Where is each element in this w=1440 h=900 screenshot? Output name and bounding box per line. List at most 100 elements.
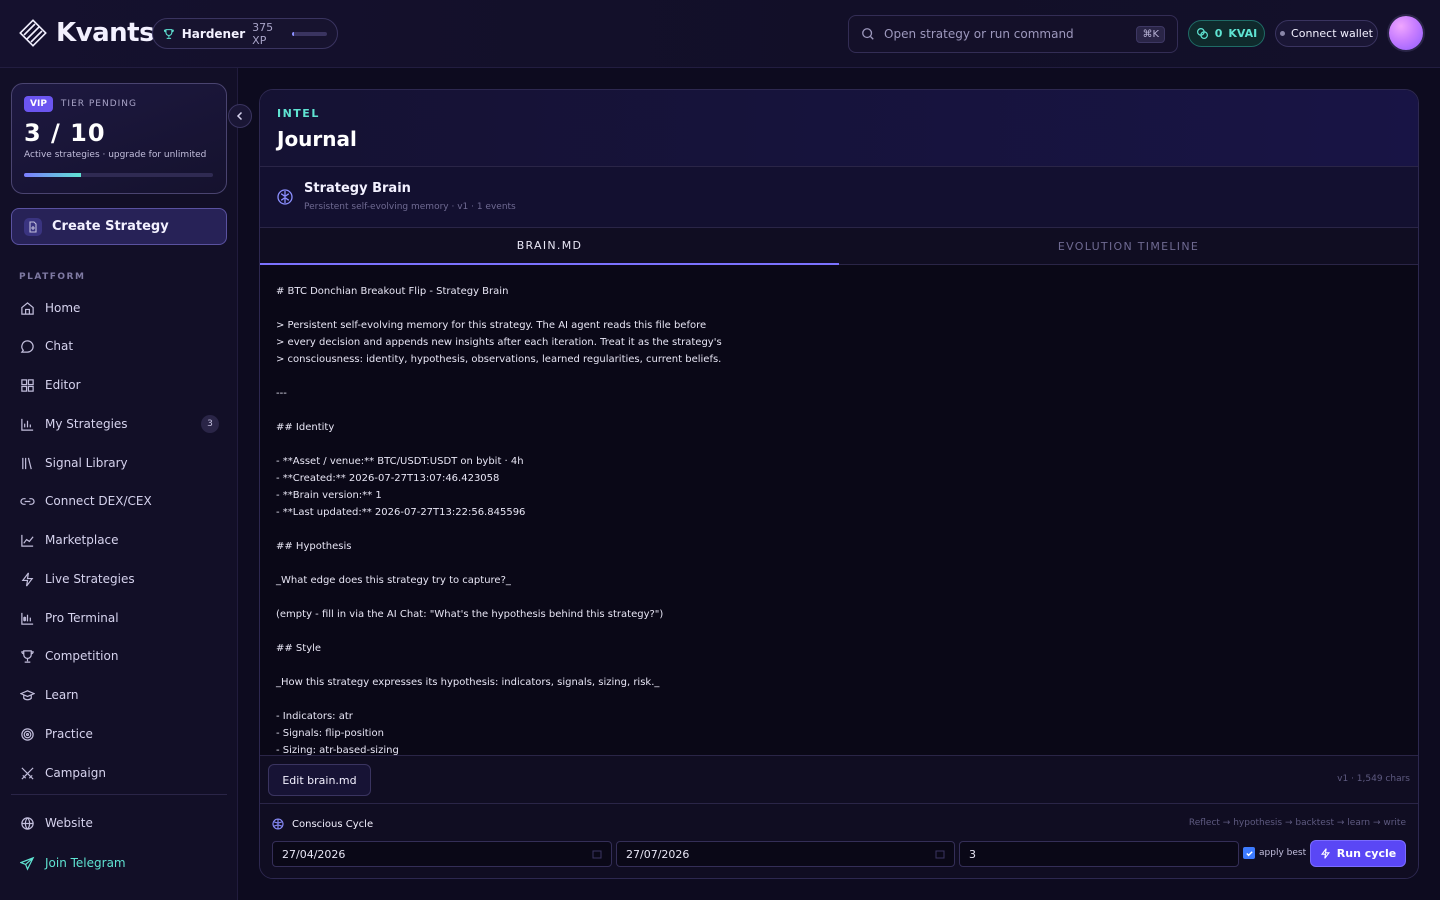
strategy-brain-header: Strategy Brain Persistent self-evolving … bbox=[260, 167, 1418, 228]
end-date-input[interactable]: 27/07/2026 bbox=[616, 841, 955, 867]
bar-chart-icon bbox=[19, 416, 35, 432]
sidebar-item-pro-terminal[interactable]: Pro Terminal bbox=[19, 606, 219, 630]
sidebar-item-label: Home bbox=[45, 301, 81, 315]
home-icon bbox=[19, 300, 35, 316]
sidebar-item-competition[interactable]: Competition bbox=[19, 644, 219, 668]
sidebar-item-practice[interactable]: Practice bbox=[19, 722, 219, 746]
brain-md-line: ## Hypothesis bbox=[276, 541, 352, 552]
sidebar-item-label: Campaign bbox=[45, 766, 106, 780]
sidebar-item-home[interactable]: Home bbox=[19, 296, 219, 320]
sidebar-item-label: Website bbox=[45, 816, 93, 830]
strategy-count: 3 / 10 bbox=[24, 119, 106, 147]
target-icon bbox=[19, 726, 35, 742]
sidebar-item-live-strategies[interactable]: Live Strategies bbox=[19, 567, 219, 591]
cycle-steps-hint: Reflect → hypothesis → backtest → learn … bbox=[1188, 818, 1406, 828]
sidebar-item-label: Learn bbox=[45, 688, 79, 702]
vip-tier-card[interactable]: VIP TIER PENDING 3 / 10 Active strategie… bbox=[11, 83, 227, 194]
brain-md-line bbox=[276, 402, 1402, 419]
brain-tabs: BRAIN.MD EVOLUTION TIMELINE bbox=[260, 228, 1418, 265]
sidebar-item-label: Practice bbox=[45, 727, 93, 741]
run-cycle-button[interactable]: Run cycle bbox=[1310, 840, 1406, 867]
sidebar-item-label: Connect DEX/CEX bbox=[45, 494, 152, 508]
sidebar-item-label: Editor bbox=[45, 378, 81, 392]
brain-md-line bbox=[276, 521, 1402, 538]
brain-md-line bbox=[276, 368, 1402, 385]
sidebar-item-signal-library[interactable]: Signal Library bbox=[19, 451, 219, 475]
sidebar-item-my-strategies[interactable]: My Strategies 3 bbox=[19, 412, 219, 436]
sidebar-item-marketplace[interactable]: Marketplace bbox=[19, 528, 219, 552]
brain-md-line: - **Created:** 2026-07-27T13:07:46.42305… bbox=[276, 473, 500, 484]
sidebar-item-chat[interactable]: Chat bbox=[19, 334, 219, 358]
create-strategy-label: Create Strategy bbox=[52, 219, 169, 234]
graduation-icon bbox=[19, 687, 35, 703]
strategies-count-badge: 3 bbox=[201, 415, 219, 433]
brain-md-line bbox=[276, 623, 1402, 640]
trophy-icon bbox=[19, 648, 35, 664]
brain-md-line: > consciousness: identity, hypothesis, o… bbox=[276, 354, 722, 365]
sidebar-item-label: Competition bbox=[45, 649, 119, 663]
sidebar-item-website[interactable]: Website bbox=[19, 811, 219, 835]
sidebar-item-learn[interactable]: Learn bbox=[19, 683, 219, 707]
edit-brain-button[interactable]: Edit brain.md bbox=[268, 764, 371, 796]
tab-evolution-timeline[interactable]: EVOLUTION TIMELINE bbox=[839, 228, 1418, 265]
coins-icon bbox=[1196, 28, 1208, 39]
brain-md-line: _How this strategy expresses its hypothe… bbox=[276, 677, 660, 688]
link-icon bbox=[19, 493, 35, 509]
start-date-input[interactable]: 27/04/2026 bbox=[272, 841, 612, 867]
sidebar-item-campaign[interactable]: Campaign bbox=[19, 761, 219, 785]
sidebar-item-label: Live Strategies bbox=[45, 572, 135, 586]
search-input[interactable]: Open strategy or run command bbox=[884, 27, 1127, 41]
kvants-logo-icon bbox=[19, 19, 47, 47]
command-search[interactable]: Open strategy or run command ⌘K bbox=[848, 15, 1178, 53]
brain-subtitle: Persistent self-evolving memory · v1 · 1… bbox=[304, 202, 516, 212]
strategy-progress-bar bbox=[24, 173, 213, 177]
brain-md-line: > every decision and appends new insight… bbox=[276, 337, 722, 348]
brain-md-line: - Sizing: atr-based-sizing bbox=[276, 745, 399, 755]
search-icon bbox=[862, 28, 874, 40]
trend-icon bbox=[19, 532, 35, 548]
sidebar-item-label: My Strategies bbox=[45, 417, 128, 431]
sidebar-item-join-telegram[interactable]: Join Telegram bbox=[19, 851, 219, 875]
brain-md-line: ## Style bbox=[276, 643, 322, 654]
platform-section-label: PLATFORM bbox=[19, 272, 86, 282]
apply-best-option[interactable]: apply best bbox=[1243, 847, 1306, 859]
collapse-sidebar-button[interactable] bbox=[228, 104, 252, 128]
brain-md-line: - Indicators: atr bbox=[276, 711, 353, 722]
bolt-icon bbox=[19, 571, 35, 587]
wallet-status-dot bbox=[1280, 31, 1286, 36]
cycle-icon bbox=[272, 818, 284, 830]
brain-md-line: > Persistent self-evolving memory for th… bbox=[276, 320, 707, 331]
apply-best-checkbox[interactable] bbox=[1243, 847, 1255, 859]
cycle-title: Conscious Cycle bbox=[292, 818, 374, 830]
brand-logo[interactable]: Kvants bbox=[18, 18, 155, 48]
xp-rank-pill[interactable]: Hardener 375 XP bbox=[152, 18, 338, 49]
brain-md-line: ## Identity bbox=[276, 422, 335, 433]
sidebar-item-label: Join Telegram bbox=[45, 856, 126, 870]
kvai-balance-button[interactable]: 0 KVAI bbox=[1188, 20, 1265, 47]
page-title: Journal bbox=[277, 127, 357, 151]
tab-brain-md[interactable]: BRAIN.MD bbox=[260, 228, 839, 265]
swords-icon bbox=[19, 765, 35, 781]
brain-md-line bbox=[276, 436, 1402, 453]
strategy-count-sub: Active strategies · upgrade for unlimite… bbox=[24, 150, 207, 160]
connect-wallet-button[interactable]: Connect wallet bbox=[1275, 20, 1378, 47]
bolt-icon bbox=[1320, 848, 1330, 859]
connect-wallet-label: Connect wallet bbox=[1291, 27, 1373, 40]
brain-md-line bbox=[276, 555, 1402, 572]
apply-best-label: apply best bbox=[1259, 848, 1307, 858]
iterations-input[interactable]: 3 bbox=[959, 841, 1239, 867]
run-cycle-label: Run cycle bbox=[1336, 847, 1397, 860]
create-strategy-button[interactable]: Create Strategy bbox=[11, 208, 227, 245]
user-avatar[interactable] bbox=[1389, 16, 1423, 50]
strategy-progress-fill bbox=[24, 173, 81, 177]
rank-name: Hardener bbox=[181, 26, 246, 41]
brain-md-viewer[interactable]: # BTC Donchian Breakout Flip - Strategy … bbox=[260, 265, 1418, 755]
sidebar-item-editor[interactable]: Editor bbox=[19, 373, 219, 397]
brain-md-line: - **Last updated:** 2026-07-27T13:22:56.… bbox=[276, 507, 526, 518]
xp-progress-fill bbox=[291, 31, 294, 36]
grid-icon bbox=[19, 377, 35, 393]
sidebar-item-connect-dex-cex[interactable]: Connect DEX/CEX bbox=[19, 489, 219, 513]
xp-value: 375 XP bbox=[252, 20, 274, 47]
editor-footer: Edit brain.md v1 · 1,549 chars bbox=[260, 755, 1418, 804]
conscious-cycle-section: Conscious Cycle Reflect → hypothesis → b… bbox=[260, 804, 1418, 878]
